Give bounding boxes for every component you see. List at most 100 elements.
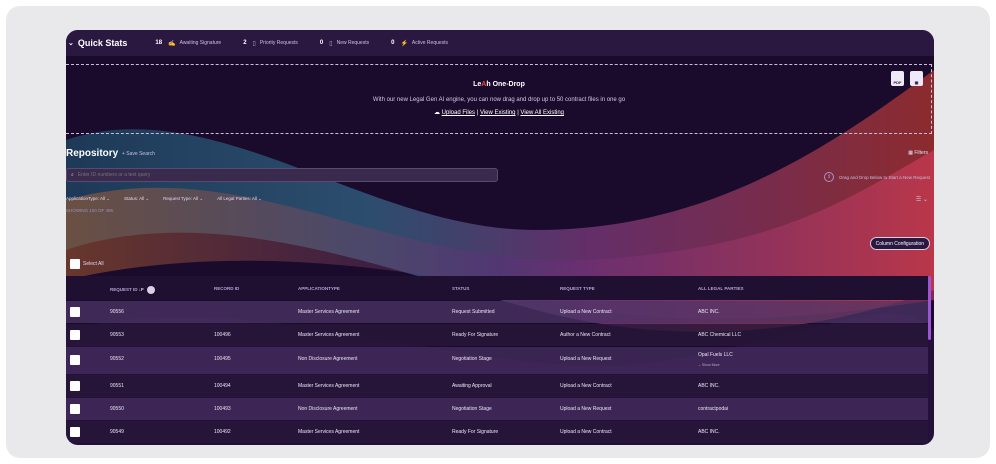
header-status[interactable]: STATUS — [452, 286, 469, 291]
cell-application-type: Master Services Agreement — [298, 309, 360, 315]
upload-files-link[interactable]: Upload Files — [442, 110, 475, 116]
row-checkbox[interactable] — [70, 381, 80, 391]
cell-application-type: Master Services Agreement — [298, 332, 360, 338]
stat-awaiting-signature[interactable]: 18 ✍ Awaiting Signature — [155, 40, 221, 47]
cell-legal-party: Opal Fuels LLC — [698, 352, 733, 358]
link-separator: | — [476, 110, 479, 116]
stat-priority-requests[interactable]: 2 ▯ Priority Requests — [243, 40, 298, 47]
column-configuration-button[interactable]: Column Configuration — [869, 237, 930, 250]
drag-drop-label: Drag and Drop Below to Start a New Reque… — [839, 174, 930, 180]
row-checkbox[interactable] — [70, 307, 80, 317]
cell-request-type: Author a New Contract — [560, 332, 611, 338]
filter-label: ApplicationType: All — [66, 196, 106, 201]
view-all-existing-link[interactable]: View All Existing — [520, 110, 564, 116]
header-application-type[interactable]: APPLICATIONTYPE — [298, 286, 340, 291]
link-separator: | — [517, 110, 519, 116]
document-icon: ▯ — [329, 40, 333, 47]
table-row[interactable]: 90552 100495 Non Disclosure Agreement Ne… — [66, 347, 928, 374]
list-view-icon: ☰ — [915, 197, 922, 203]
stat-count: 0 — [391, 40, 395, 46]
header-legal-parties[interactable]: ALL LEGAL PARTIES — [698, 286, 744, 291]
cell-status: Ready For Signature — [452, 332, 499, 338]
search-input[interactable] — [77, 172, 478, 178]
info-icon — [146, 286, 155, 294]
filter-legal-parties[interactable]: All Legal Parties: All ⌄ — [217, 196, 262, 202]
search-icon: ⌕ — [71, 172, 74, 178]
select-all-checkbox[interactable] — [70, 259, 80, 269]
cell-status: Ready For Signature — [452, 429, 499, 435]
cell-record-id: 100495 — [214, 356, 231, 362]
cell-request-id: 90553 — [110, 332, 124, 338]
cell-status: Request Submitted — [452, 309, 495, 315]
app-window: ⌄ Quick Stats 18 ✍ Awaiting Signature 2 … — [66, 30, 934, 445]
filter-application-type[interactable]: ApplicationType: All ⌄ — [66, 196, 110, 202]
stat-count: 18 — [155, 40, 163, 46]
stat-new-requests[interactable]: 0 ▯ New Requests — [320, 40, 369, 47]
filter-label: Status: All — [124, 196, 145, 201]
drop-links: ☁ Upload Files | View Existing | View Al… — [66, 109, 932, 116]
sort-icon[interactable]: ↓F — [139, 287, 144, 292]
filter-status[interactable]: Status: All ⌄ — [124, 196, 149, 202]
header-request-type[interactable]: REQUEST TYPE — [560, 286, 595, 291]
drag-drop-note: ⇪ Drag and Drop Below to Start a New Req… — [824, 172, 930, 182]
one-drop-zone[interactable]: PDF ▣ LeAh One-Drop With our new Legal G… — [66, 64, 932, 134]
title-part: h One-Drop — [486, 81, 525, 88]
filter-chips: ApplicationType: All ⌄ Status: All ⌄ Req… — [66, 196, 276, 202]
save-search-button[interactable]: + Save Search — [122, 151, 155, 157]
filter-icon: ▦ — [908, 150, 913, 156]
table-row[interactable]: 90556 Master Services Agreement Request … — [66, 301, 928, 323]
cell-request-id: 90552 — [110, 356, 124, 362]
cell-legal-party: contractpodai — [698, 406, 729, 412]
drop-title: LeAh One-Drop — [66, 81, 932, 88]
stat-label: Priority Requests — [259, 40, 298, 46]
cell-record-id: 100493 — [214, 406, 231, 412]
table-scrollbar[interactable] — [928, 276, 931, 340]
filters-button[interactable]: ▦ Filters — [908, 150, 928, 156]
cell-application-type: Master Services Agreement — [298, 383, 360, 389]
stat-label: New Requests — [336, 40, 370, 46]
drag-icon: ⇪ — [824, 172, 835, 182]
stat-active-requests[interactable]: 0 ⚡ Active Requests — [391, 40, 448, 47]
table-row[interactable]: 90550 100493 Non Disclosure Agreement Ne… — [66, 398, 928, 420]
table-row[interactable]: 90549 100492 Master Services Agreement R… — [66, 421, 928, 443]
header-request-id[interactable]: REQUEST ID ↓F — [110, 286, 155, 294]
cell-record-id: 100496 — [214, 332, 231, 338]
select-all-label: Select All — [83, 261, 104, 267]
quick-stats-toggle[interactable]: ⌄ Quick Stats — [68, 38, 127, 48]
result-count: SHOWING 100 OF 496 — [66, 208, 114, 213]
pulse-icon: ⚡ — [400, 40, 408, 47]
row-checkbox[interactable] — [70, 330, 80, 340]
filter-request-type[interactable]: Request Type: All ⌄ — [163, 196, 203, 202]
cloud-upload-icon: ☁ — [434, 110, 440, 116]
header-label: REQUEST ID — [110, 287, 138, 293]
filter-label: Request Type: All — [163, 196, 199, 201]
row-checkbox[interactable] — [70, 404, 80, 414]
table-row[interactable]: 90553 100496 Master Services Agreement R… — [66, 324, 928, 346]
cell-request-type: Upload a New Contract — [560, 383, 612, 389]
table-row[interactable]: 90551 100494 Master Services Agreement A… — [66, 375, 928, 397]
cell-request-type: Upload a New Contract — [560, 429, 612, 435]
table-header: REQUEST ID ↓F RECORD ID APPLICATIONTYPE … — [66, 276, 928, 300]
chevron-down-icon: ⌄ — [68, 40, 74, 47]
cell-legal-party: ABC Chemical LLC — [698, 332, 742, 338]
cell-application-type: Master Services Agreement — [298, 429, 360, 435]
cell-application-type: Non Disclosure Agreement — [298, 356, 358, 362]
filter-label: All Legal Parties: All — [217, 196, 257, 201]
signature-icon: ✍ — [168, 40, 176, 47]
select-all[interactable]: Select All — [70, 259, 104, 269]
document-icon: ▯ — [252, 40, 256, 47]
show-more-link[interactable]: ⌄ Show More — [698, 363, 720, 367]
row-checkbox[interactable] — [70, 427, 80, 437]
cell-request-id: 90549 — [110, 429, 124, 435]
header-record-id[interactable]: RECORD ID — [214, 286, 239, 291]
row-checkbox[interactable] — [70, 355, 80, 365]
drop-description: With our new Legal Gen AI engine, you ca… — [372, 97, 626, 103]
filters-label: Filters — [914, 150, 928, 156]
cell-request-id: 90551 — [110, 383, 124, 389]
view-toggle[interactable]: ☰ ⌄ — [916, 196, 928, 203]
stat-count: 0 — [319, 40, 324, 46]
search-box[interactable]: ⌕ — [66, 168, 498, 182]
cell-request-id: 90550 — [110, 406, 124, 412]
cell-application-type: Non Disclosure Agreement — [298, 406, 358, 412]
view-existing-link[interactable]: View Existing — [480, 110, 516, 116]
